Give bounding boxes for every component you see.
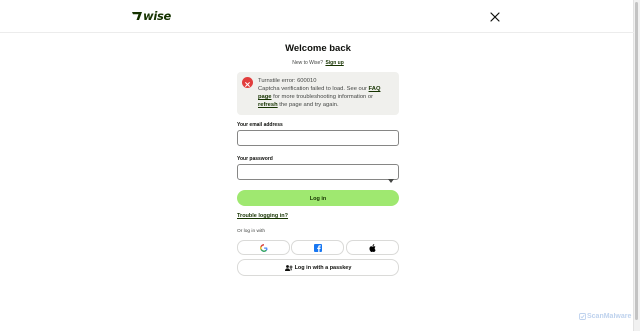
password-field[interactable] <box>238 170 394 184</box>
apple-login-button[interactable] <box>346 240 399 255</box>
password-field-wrapper[interactable] <box>237 164 399 184</box>
error-alert: Turnstile error: 600010 Captcha verifica… <box>237 72 399 115</box>
passkey-label: Log in with a passkey <box>294 264 352 271</box>
wise-flag-icon <box>132 12 142 20</box>
signup-prompt-text: New to Wise? <box>292 60 324 66</box>
scrollbar-thumb[interactable] <box>635 2 638 320</box>
facebook-login-button[interactable] <box>291 240 344 255</box>
reveal-password-button[interactable] <box>388 170 394 183</box>
scanmalware-watermark: ScanMalware <box>579 312 631 321</box>
close-icon <box>490 12 500 22</box>
facebook-icon <box>313 243 322 252</box>
triangle-down-icon <box>388 179 394 183</box>
error-x-icon <box>242 77 253 88</box>
error-text-2: for more troubleshooting information or <box>273 94 374 100</box>
watermark-text: ScanMalware <box>587 313 632 320</box>
login-button[interactable]: Log in <box>237 190 399 206</box>
logo-text: wise <box>143 9 172 23</box>
email-label: Your email address <box>237 122 283 128</box>
close-button[interactable] <box>489 10 501 22</box>
signup-prompt: New to Wise? Sign up <box>237 59 399 67</box>
password-label: Your password <box>237 156 273 162</box>
passkey-login-button[interactable]: Log in with a passkey <box>237 259 399 276</box>
error-message: Turnstile error: 600010 Captcha verifica… <box>258 77 393 109</box>
error-code: Turnstile error: 600010 <box>258 78 317 84</box>
page-title: Welcome back <box>285 43 351 54</box>
header: wise <box>0 0 634 33</box>
refresh-link[interactable]: refresh <box>258 102 278 108</box>
google-login-button[interactable] <box>237 240 290 255</box>
scrollbar[interactable] <box>633 0 640 331</box>
email-field-wrapper[interactable] <box>237 130 399 150</box>
google-icon <box>259 243 268 252</box>
error-text-3: the page and try again. <box>279 102 339 108</box>
scanmalware-logo-icon <box>579 313 586 320</box>
apple-icon <box>369 243 376 252</box>
signup-link[interactable]: Sign up <box>325 60 343 66</box>
or-login-with-label: Or log in with <box>237 229 265 234</box>
passkey-user-icon <box>284 264 292 271</box>
wise-logo[interactable]: wise <box>132 10 171 22</box>
error-text-1: Captcha verification failed to load. See… <box>258 86 367 92</box>
email-field[interactable] <box>238 136 394 150</box>
trouble-logging-in-link[interactable]: Trouble logging in? <box>237 212 288 220</box>
